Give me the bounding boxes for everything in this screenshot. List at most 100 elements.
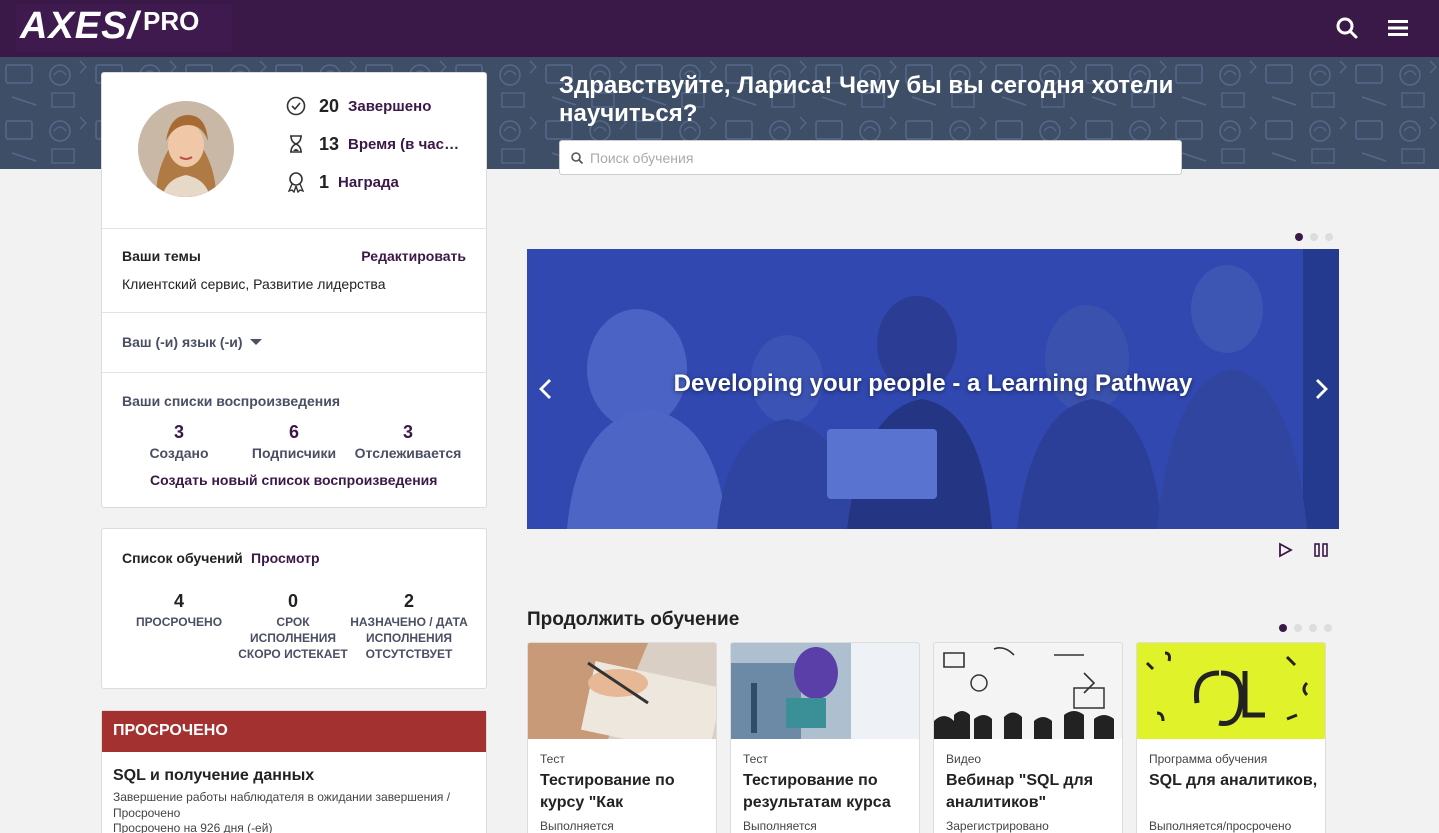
tile-status: Выполняется [540,819,614,833]
stat-awards-label: Награда [338,173,399,191]
logo-pro-text: PRO [143,6,200,36]
carousel-caption[interactable]: Developing your people - a Learning Path… [527,370,1339,398]
learning-overdue-value: 4 [173,591,184,611]
tile-thumbnail [731,643,919,739]
learning-assigned-stat[interactable]: 2 НАЗНАЧЕНО / ДАТА ИСПОЛНЕНИЯ ОТСУТСТВУЕ… [348,591,470,662]
divider [102,228,486,229]
tile-status: Выполняется/просрочено [1149,819,1292,833]
stat-time-label: Время (в часах) [348,135,461,153]
playlists-following[interactable]: 3 Отслеживается [353,422,463,461]
continue-pagination [1279,624,1332,632]
top-navigation-bar: AXES/ PRO [0,0,1439,57]
carousel-dot-2[interactable] [1310,233,1318,241]
tile-name: SQL для аналитиков, [1149,772,1318,789]
playlists-followers-label: Подписчики [251,445,337,461]
continue-dot-2[interactable] [1294,624,1302,632]
playlists-following-label: Отслеживается [354,445,462,461]
stat-awards-value: 1 [319,171,330,192]
stat-time-value: 13 [319,133,340,154]
hamburger-menu-icon[interactable] [1385,15,1411,41]
overdue-item-title[interactable]: SQL и получение данных [113,767,314,785]
carousel-next-arrow-icon[interactable] [1310,377,1332,401]
tile-thumbnail [528,643,716,739]
topics-value: Клиентский сервис, Развитие лидерства [122,276,386,292]
axes-pro-logo[interactable]: AXES/ PRO [16,4,232,52]
stat-time[interactable]: 13 Время (в часах) [285,132,460,156]
continue-tile[interactable]: Программа обучения SQL для аналитиков, В… [1136,642,1326,833]
tile-thumbnail [934,643,1122,739]
playlists-created-value: 3 [173,422,184,442]
play-icon[interactable] [1276,541,1294,559]
caret-down-icon [249,339,262,345]
tile-type: Тест [540,752,565,766]
search-icon [571,151,584,164]
learning-list-title: Список обучений [122,550,243,566]
stat-completed-label: Завершено [348,97,432,115]
learning-list-card: Список обучений Просмотр 4 ПРОСРОЧЕНО 0 … [101,528,487,689]
carousel-dot-1[interactable] [1295,233,1303,241]
playlists-followers[interactable]: 6 Подписчики [239,422,349,461]
overdue-card: ПРОСРОЧЕНО SQL и получение данных Заверш… [101,710,487,833]
award-ribbon-icon [287,172,305,193]
stat-completed[interactable]: 20 Завершено [285,94,431,118]
divider [102,312,486,313]
continue-dot-4[interactable] [1324,624,1332,632]
overdue-header: ПРОСРОЧЕНО [102,711,486,752]
learning-due-soon-value: 0 [287,591,298,611]
pause-icon[interactable] [1312,541,1330,559]
topics-title: Ваши темы [122,248,201,264]
continue-tile[interactable]: Видео Вебинар "SQL для аналитиков" Зарег… [933,642,1123,833]
language-label: Ваш (-и) язык (-и) [122,334,243,350]
overdue-item-subtitle: Завершение работы наблюдателя в ожидании… [113,790,451,820]
profile-card: 20 Завершено 13 Время (в часах) 1 Наград… [101,72,487,508]
writing-hands-image [528,643,716,739]
continue-dot-3[interactable] [1309,624,1317,632]
continue-learning-title: Продолжить обучение [527,609,740,630]
search-icon[interactable] [1334,15,1360,41]
learning-overdue-label: ПРОСРОЧЕНО [135,615,223,629]
divider [102,372,486,373]
carousel-pagination [1295,233,1333,241]
learning-search-box[interactable] [559,140,1182,175]
continue-tile[interactable]: Тест Тестирование по результатам курса В… [730,642,920,833]
business-doodle-image [934,643,1122,739]
continue-tile[interactable]: Тест Тестирование по курсу "Как Выполняе… [527,642,717,833]
overdue-item-detail: Просрочено на 926 дня (-ей) [113,821,273,833]
logo-main-text: AXES/ [20,5,140,47]
language-dropdown[interactable]: Ваш (-и) язык (-и) [122,334,263,350]
playlists-following-value: 3 [402,422,413,442]
checkmark-circle-icon [286,96,306,116]
stat-awards[interactable]: 1 Награда [285,170,399,194]
tile-name: Тестирование по курсу "Как [540,772,675,811]
carousel-prev-arrow-icon[interactable] [535,377,557,401]
user-photo [138,101,234,197]
playlists-created[interactable]: 3 Создано [124,422,234,461]
learning-due-soon-label: СРОК ИСПОЛНЕНИЯ СКОРО ИСТЕКАЕТ [238,615,348,661]
tile-status: Зарегистрировано [946,819,1049,833]
tile-type: Программа обучения [1149,752,1268,766]
carousel-dot-3[interactable] [1325,233,1333,241]
greeting-heading: Здравствуйте, Лариса! Чему бы вы сегодня… [559,72,1174,127]
hourglass-icon [290,135,302,153]
learning-due-soon-stat[interactable]: 0 СРОК ИСПОЛНЕНИЯ СКОРО ИСТЕКАЕТ [233,591,353,662]
playlists-title: Ваши списки воспроизведения [122,393,341,409]
playlists-followers-value: 6 [288,422,299,442]
learning-assigned-label: НАЗНАЧЕНО / ДАТА ИСПОЛНЕНИЯ ОТСУТСТВУЕТ [350,615,468,661]
tile-name: Тестирование по результатам курса [743,772,891,811]
stat-completed-value: 20 [319,95,340,116]
tile-name: Вебинар "SQL для аналитиков" [946,772,1094,811]
lab-pipette-image [731,643,919,739]
avatar[interactable] [138,101,234,197]
search-input[interactable] [590,149,1170,166]
tile-thumbnail [1137,643,1325,739]
learning-assigned-value: 2 [403,591,414,611]
create-playlist-link[interactable]: Создать новый список воспроизведения [150,472,437,488]
learning-overdue-stat[interactable]: 4 ПРОСРОЧЕНО [119,591,239,630]
tile-type: Тест [743,752,768,766]
tile-status: Выполняется [743,819,817,833]
continue-dot-1[interactable] [1279,624,1287,632]
sql-graphic-image [1137,643,1325,739]
tile-type: Видео [946,752,982,766]
edit-topics-link[interactable]: Редактировать [361,248,466,264]
learning-list-view-link[interactable]: Просмотр [251,550,320,566]
